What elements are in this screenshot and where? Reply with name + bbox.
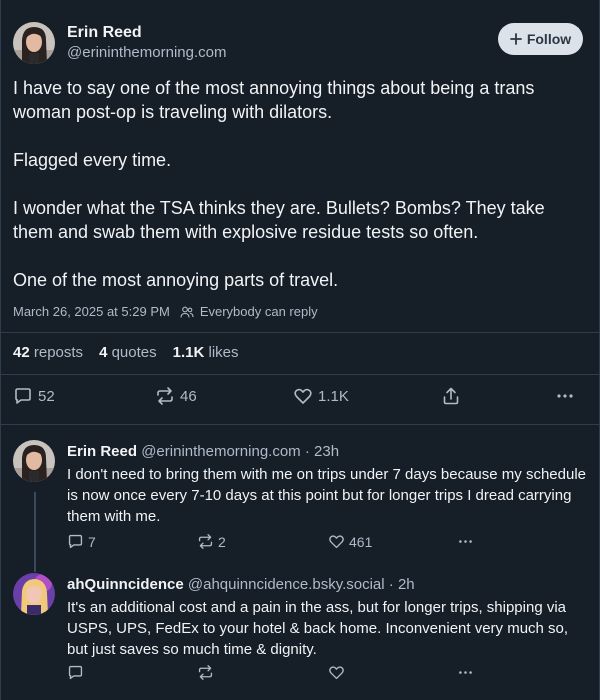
reply-action-bar [67,664,587,682]
plus-icon [509,33,522,45]
reply-count: 7 [88,533,96,550]
repost-button[interactable]: 2 [197,533,226,550]
quotes-stat[interactable]: 4 quotes [99,344,157,361]
like-button[interactable]: 461 [328,533,372,550]
repost-icon [157,387,173,405]
more-options-button[interactable] [457,533,474,550]
post-paragraph: One of the most annoying parts of travel… [13,270,339,290]
reply-age[interactable]: · 23h [305,443,339,460]
reply-author-name[interactable]: ahQuinncidence [67,576,184,593]
follow-label: Follow [526,31,572,47]
reply-post[interactable]: ahQuinncidence @ahquinncidence.bsky.soci… [1,573,600,693]
comment-icon [68,665,83,680]
reposts-stat[interactable]: 42 reposts [13,344,83,361]
avatar[interactable] [13,440,55,482]
reply-button[interactable] [67,664,84,681]
post-timestamp[interactable]: March 26, 2025 at 5:29 PM [13,304,170,319]
post-body: I have to say one of the most annoying t… [13,76,589,316]
comment-icon [68,534,83,549]
share-icon [443,387,459,405]
reply-count: 52 [38,387,55,405]
people-icon [180,306,194,318]
more-options-button[interactable] [555,386,575,406]
reply-author-handle[interactable]: @ahquinncidence.bsky.social [188,576,385,593]
reply-header: ahQuinncidence @ahquinncidence.bsky.soci… [67,576,415,593]
thread-view: Erin Reed @erininthemorning.com Follow I… [0,0,600,700]
post-stats: 42 reposts 4 quotes 1.1K likes [13,344,239,361]
heart-icon [329,666,344,680]
heart-icon [329,535,344,549]
repost-count: 46 [180,387,197,405]
post-paragraph: Flagged every time. [13,150,172,170]
avatar[interactable] [13,573,55,615]
reply-header: Erin Reed @erininthemorning.com · 23h [67,443,339,460]
reply-button[interactable]: 52 [13,386,55,406]
more-options-button[interactable] [457,664,474,681]
ellipsis-icon [557,394,573,398]
divider [1,424,600,425]
share-button[interactable] [441,386,461,406]
follow-button[interactable]: Follow [498,23,583,55]
repost-button[interactable] [197,664,214,681]
repost-icon [198,534,213,549]
avatar[interactable] [13,22,55,64]
like-button[interactable]: 1.1K [293,386,349,406]
comment-icon [15,388,31,404]
post-paragraph: I have to say one of the most annoying t… [13,78,535,122]
reply-setting[interactable]: Everybody can reply [200,304,318,319]
divider [1,374,600,375]
likes-stat[interactable]: 1.1K likes [173,344,239,361]
post-action-bar: 52 46 1.1K [13,386,589,410]
post-header: Erin Reed @erininthemorning.com Follow [13,18,589,66]
reply-text: I don't need to bring them with me on tr… [67,466,586,525]
heart-icon [294,388,312,404]
reply-age[interactable]: · 2h [389,576,415,593]
divider [1,332,600,333]
post-meta: March 26, 2025 at 5:29 PM Everybody can … [13,304,318,319]
like-count: 461 [349,533,373,550]
reply-button[interactable]: 7 [67,533,96,550]
author-handle[interactable]: @erininthemorning.com [67,44,226,61]
reply-post[interactable]: Erin Reed @erininthemorning.com · 23h I … [1,440,600,560]
reply-author-name[interactable]: Erin Reed [67,443,137,460]
ellipsis-icon [459,671,472,674]
like-count: 1.1K [318,387,349,405]
repost-icon [198,665,213,680]
ellipsis-icon [459,540,472,543]
post-paragraph: I wonder what the TSA thinks they are. B… [13,198,545,242]
author-display-name[interactable]: Erin Reed [67,24,142,42]
reply-text: It's an additional cost and a pain in th… [67,599,569,658]
repost-button[interactable]: 46 [155,386,197,406]
like-button[interactable] [328,664,345,681]
reply-author-handle[interactable]: @erininthemorning.com [141,443,300,460]
reply-action-bar: 7 2 461 [67,533,587,551]
repost-count: 2 [218,533,226,550]
